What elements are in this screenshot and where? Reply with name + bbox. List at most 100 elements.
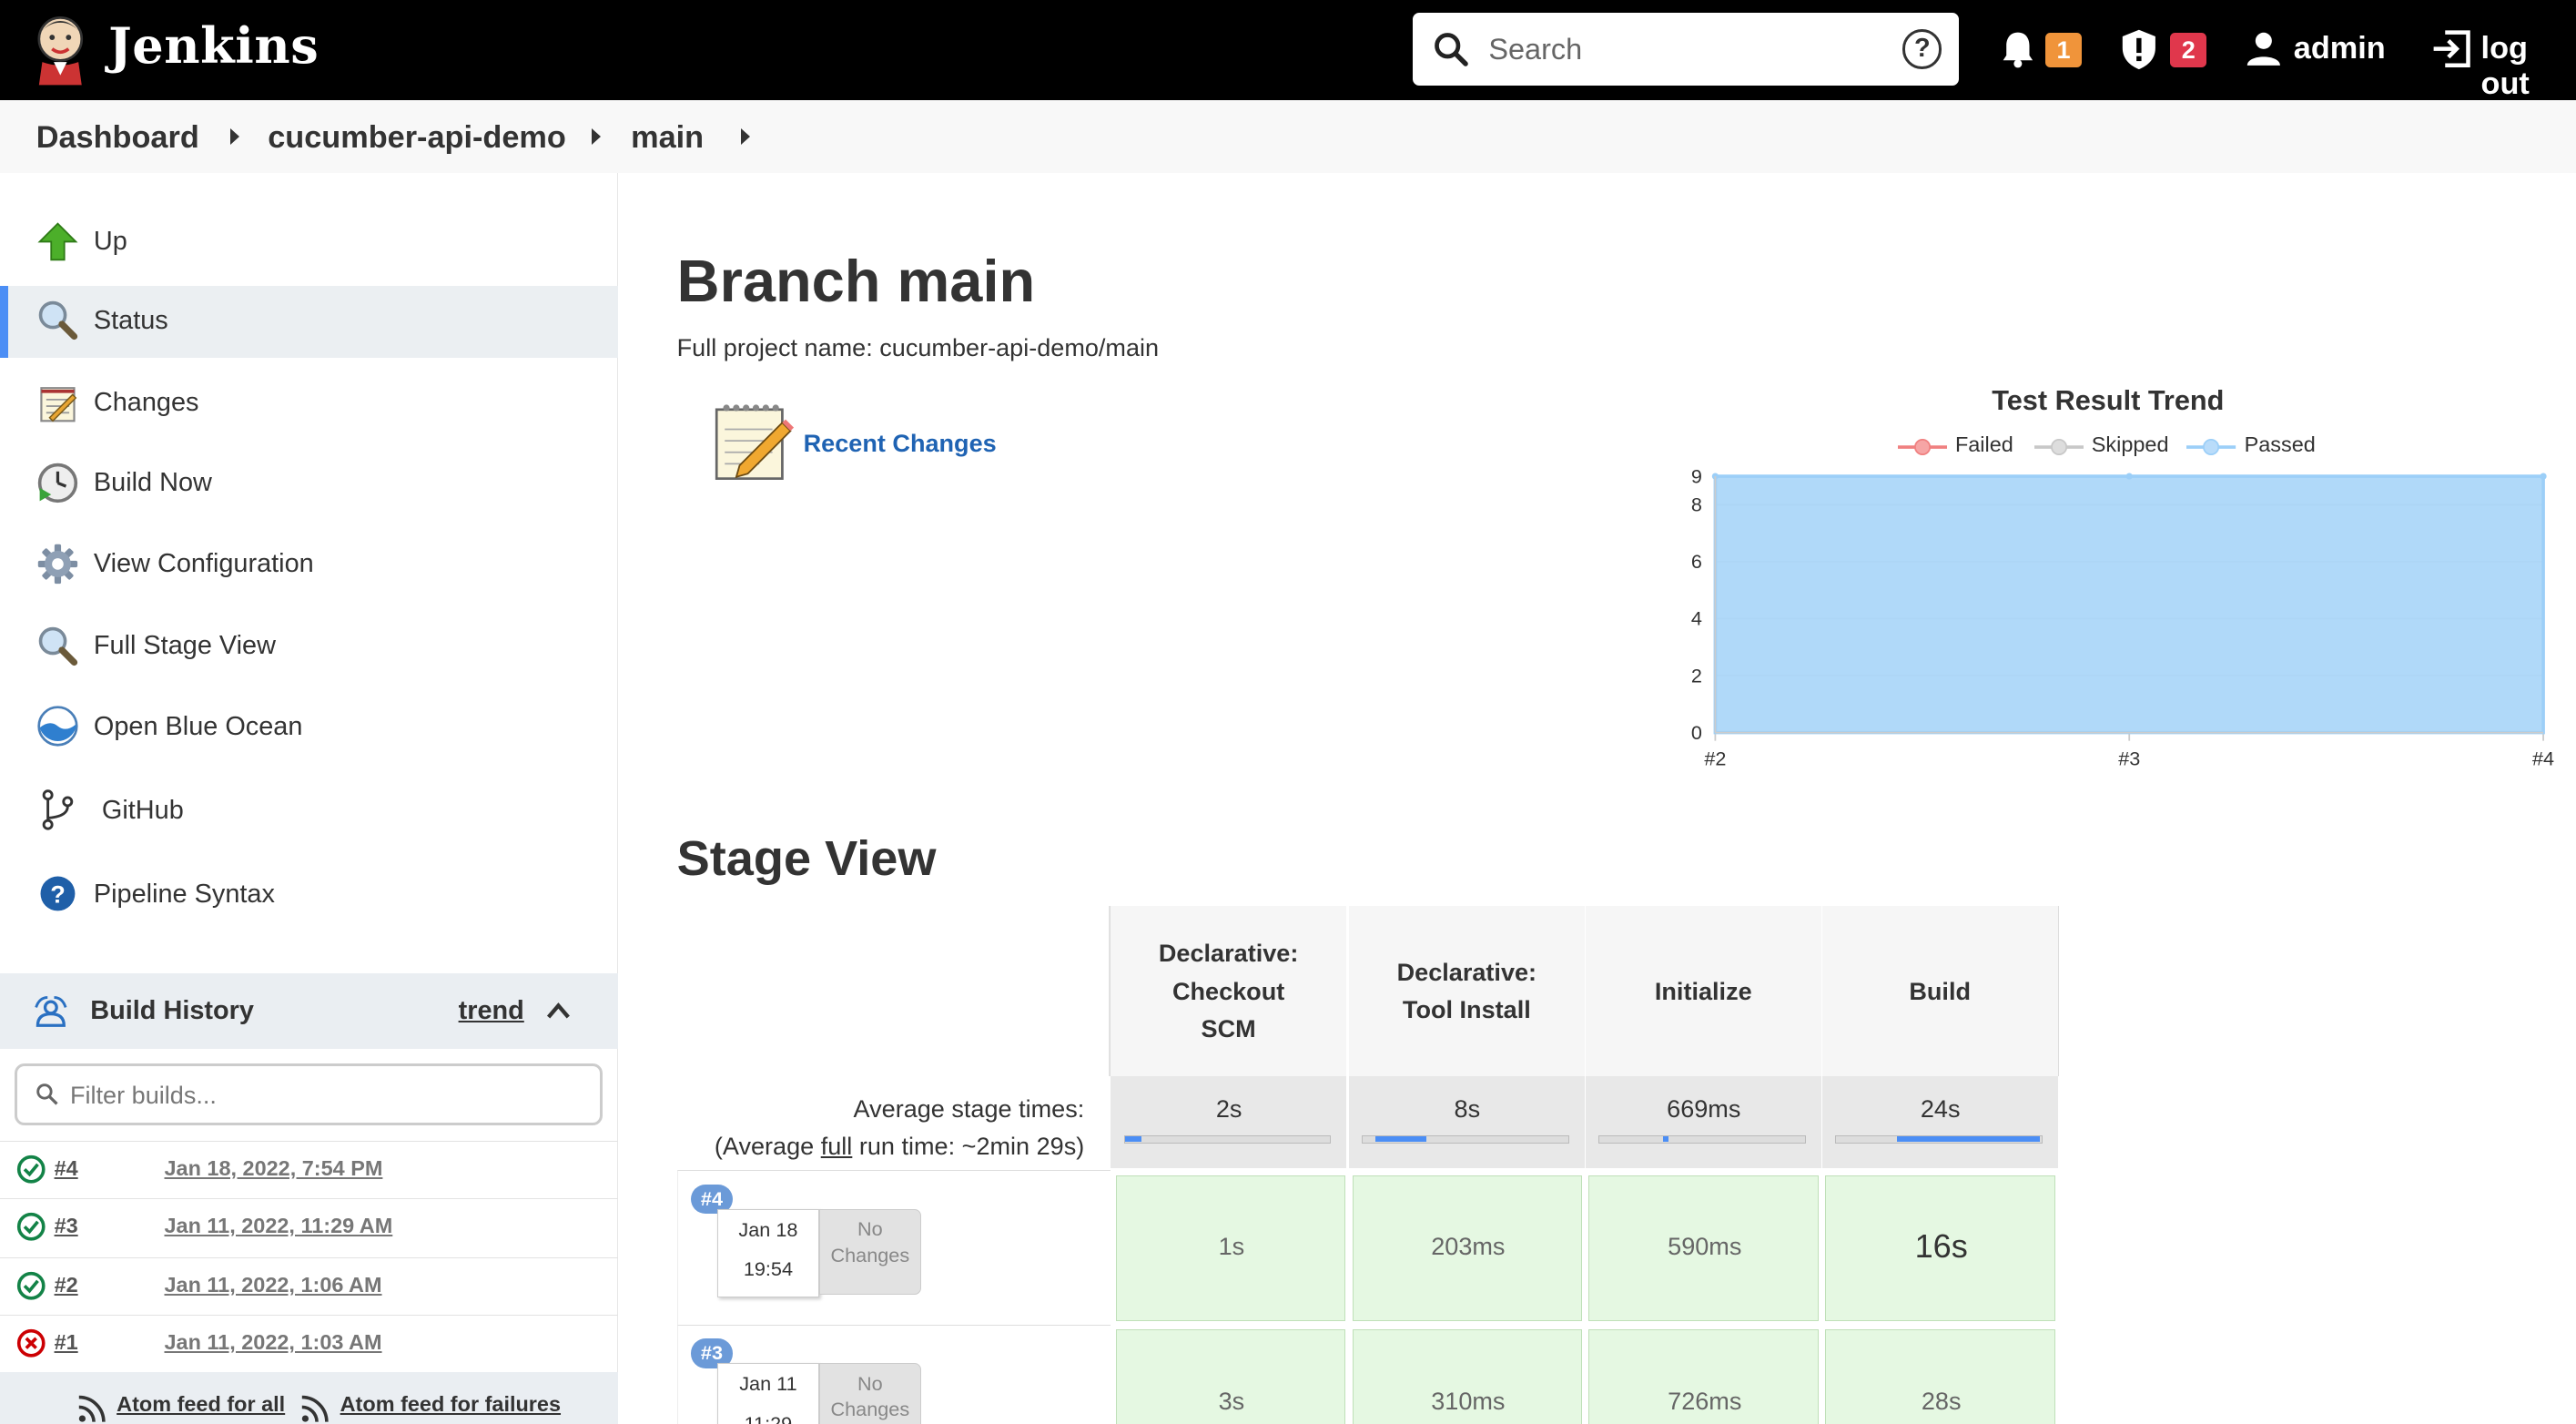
stage-view-title: Stage View [676,830,937,886]
user-icon[interactable] [2246,31,2282,67]
stage-cell[interactable]: 3s [1115,1329,1346,1424]
breadcrumb-caret-icon[interactable] [741,127,750,145]
build-date-link[interactable]: Jan 18, 2022, 7:54 PM [165,1156,383,1181]
build-history-trend-link[interactable]: trend [459,996,524,1026]
atom-feed-all-link[interactable]: Atom feed for all [117,1392,285,1417]
filter-builds-box [15,1063,603,1126]
atom-feed-failures-link[interactable]: Atom feed for failures [340,1392,561,1417]
average-stage-time: 24s [1821,1076,2059,1169]
build-date-link[interactable]: Jan 11, 2022, 1:03 AM [165,1330,382,1355]
stage-cell[interactable]: 16s [1825,1175,2056,1322]
user-name-link[interactable]: admin [2294,31,2386,66]
sidebar-item-label: Open Blue Ocean [93,711,303,741]
jenkins-logo-icon[interactable] [29,13,92,86]
full-run-time-link[interactable]: full [821,1132,853,1160]
stage-cell[interactable]: 726ms [1588,1329,1820,1424]
notification-badge[interactable]: 1 [2045,33,2082,67]
breadcrumb-caret-icon[interactable] [229,127,239,145]
full-project-name: Full project name: cucumber-api-demo/mai… [676,333,1160,362]
notepad-icon[interactable] [710,400,796,485]
average-time-value: 669ms [1667,1094,1741,1124]
sidebar-item-full-stage-view[interactable]: Full Stage View [0,611,618,683]
build-row: #1 Jan 11, 2022, 1:03 AM [0,1314,618,1372]
search-icon [1435,33,1468,67]
run-date: Jan 11 [739,1372,797,1396]
sidebar-item-label: Full Stage View [93,631,276,661]
brand-name[interactable]: Jenkins [108,16,319,75]
run-changes[interactable]: No Changes [818,1363,921,1424]
breadcrumb-caret-icon[interactable] [591,127,601,145]
average-run-time-suffix: run time: ~2min 29s) [852,1132,1085,1161]
build-number-link[interactable]: #2 [55,1273,78,1297]
security-badge[interactable]: 2 [2170,33,2207,67]
sidebar-item-status[interactable]: Status [0,286,618,359]
average-stage-time: 669ms [1585,1076,1822,1169]
legend-label: Failed [1954,432,2013,456]
search-help-icon[interactable]: ? [1902,29,1942,69]
stage-cell-time: 1s [1218,1231,1245,1260]
build-number-link[interactable]: #3 [55,1214,78,1238]
search-input[interactable] [1488,25,1883,73]
sidebar: Up Status Changes Build Now View Configu… [0,172,618,1424]
success-icon [16,1154,46,1184]
sidebar-item-build-now[interactable]: Build Now [0,449,618,521]
stage-cell-time: 28s [1921,1386,1962,1415]
rss-icon[interactable] [300,1394,330,1423]
legend-swatch [2033,438,2084,455]
bell-icon[interactable] [2000,29,2036,68]
build-history-title: Build History [90,995,254,1025]
x-tick-label: #3 [2118,748,2140,770]
magnifier-icon [38,301,77,341]
sidebar-item-github[interactable]: GitHub [0,776,618,848]
y-tick-label: 9 [1691,465,1702,488]
average-stage-time: 8s [1348,1076,1586,1169]
stage-cell[interactable]: 1s [1115,1175,1346,1322]
y-tick-label: 0 [1691,721,1702,744]
stage-cell[interactable]: 28s [1825,1329,2056,1424]
breadcrumb-project[interactable]: cucumber-api-demo [268,120,566,156]
sidebar-item-label: Pipeline Syntax [93,879,275,909]
build-date-link[interactable]: Jan 11, 2022, 11:29 AM [165,1214,393,1238]
x-tick-label: #4 [2532,748,2554,770]
build-row: #3 Jan 11, 2022, 11:29 AM [0,1197,618,1256]
search-box: ? [1413,13,1959,86]
stage-cell-time: 16s [1914,1226,1968,1265]
run-changes[interactable]: No Changes [818,1208,921,1295]
average-time-fill [1897,1136,2040,1142]
build-date-link[interactable]: Jan 11, 2022, 1:06 AM [165,1273,382,1297]
notepad-icon [40,386,77,422]
success-icon [16,1272,46,1300]
build-number-link[interactable]: #1 [55,1330,78,1355]
logout-icon[interactable] [2430,29,2473,68]
help-icon: ? [40,876,76,911]
rss-icon[interactable] [77,1394,106,1423]
sidebar-item-pipeline-syntax[interactable]: ? Pipeline Syntax [0,859,618,931]
data-point [2540,473,2547,481]
chevron-up-icon[interactable] [545,1001,572,1021]
sidebar-item-up[interactable]: Up [0,207,618,279]
average-time-bar [1598,1135,1806,1144]
series-area-passed [1713,474,2545,735]
stage-cell[interactable]: 310ms [1352,1329,1583,1424]
sidebar-item-label: GitHub [101,795,184,825]
recent-changes-link[interactable]: Recent Changes [804,429,997,458]
run-time: 19:54 [743,1256,794,1280]
legend-label: Passed [2244,432,2316,456]
sidebar-item-open-blue-ocean[interactable]: Open Blue Ocean [0,692,618,764]
sidebar-item-changes[interactable]: Changes [0,368,618,440]
logout-link[interactable]: log out [2481,31,2576,102]
breadcrumb-dashboard[interactable]: Dashboard [36,120,199,156]
sidebar-item-view-configuration[interactable]: View Configuration [0,529,618,601]
breadcrumb-branch[interactable]: main [631,120,704,156]
average-run-time-text: (Average full run time: ~2min 29s) [677,1127,1085,1165]
shield-icon[interactable] [2121,28,2157,71]
x-tick-label: #2 [1704,748,1726,770]
filter-builds-input[interactable] [69,1079,563,1113]
stage-cell[interactable]: 590ms [1588,1175,1820,1322]
average-time-fill [1662,1136,1669,1142]
stage-cell-time: 726ms [1668,1386,1742,1415]
stage-cell[interactable]: 203ms [1352,1175,1583,1322]
average-time-bar [1362,1135,1569,1144]
build-number-link[interactable]: #4 [55,1156,78,1181]
top-header: Jenkins ? 1 2 admin log out [0,0,2576,102]
